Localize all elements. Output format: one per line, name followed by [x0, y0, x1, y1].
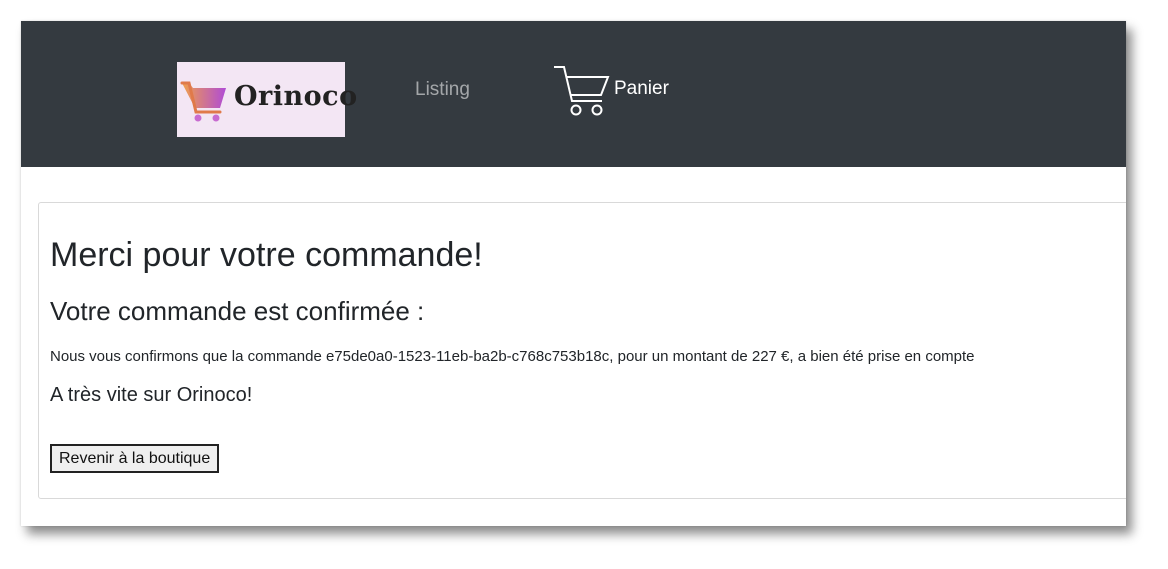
browser-viewport: Orinoco Listing Panier Merci pour votre …	[21, 21, 1126, 526]
cart-outline-icon	[554, 66, 610, 116]
logo-text: Orinoco	[234, 81, 358, 112]
order-confirmation-card: Merci pour votre commande! Votre command…	[38, 202, 1126, 499]
nav-link-cart[interactable]: Panier	[552, 63, 669, 117]
top-navbar: Orinoco Listing Panier	[21, 21, 1126, 167]
confirmation-subtitle: Votre commande est confirmée :	[50, 296, 425, 326]
back-to-shop-button[interactable]: Revenir à la boutique	[50, 444, 220, 473]
farewell-message: A très vite sur Orinoco!	[50, 384, 253, 406]
page-title: Merci pour votre commande!	[50, 236, 483, 274]
site-logo[interactable]: Orinoco	[177, 62, 357, 137]
order-confirmation-message: Nous vous confirmons que la commande e75…	[50, 348, 975, 365]
nav-link-listing[interactable]: Listing	[415, 79, 470, 101]
shopping-cart-icon	[180, 81, 226, 122]
nav-cart-label: Panier	[614, 78, 669, 99]
